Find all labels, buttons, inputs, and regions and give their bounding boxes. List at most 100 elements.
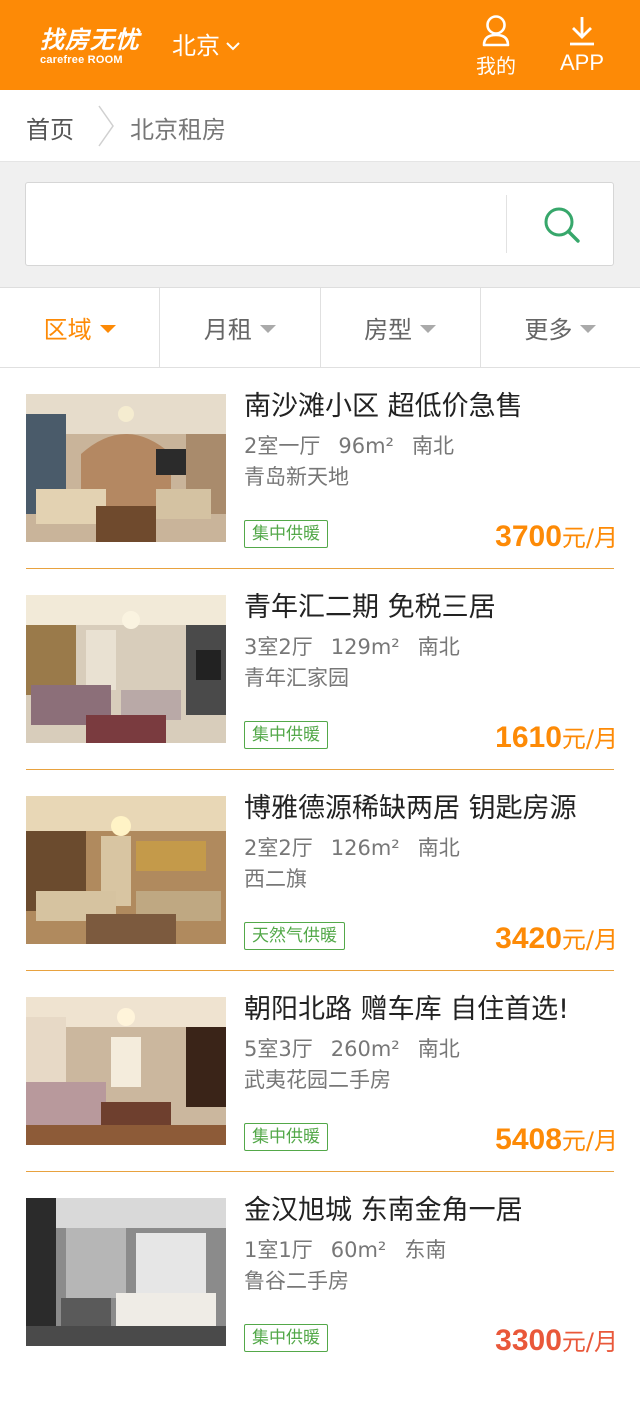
my-account-button[interactable]: 我的 [466,14,526,79]
price-unit: 元/月 [561,1328,618,1356]
breadcrumb-home-link[interactable]: 首页 [26,110,74,145]
filter-layout-label: 房型 [364,316,413,344]
listing-orientation: 南北 [417,635,460,659]
listing-community: 武夷花园二手房 [244,1068,391,1092]
filter-more-label: 更多 [524,316,573,344]
listing-meta: 5室3厅 260m² 南北 [244,1033,616,1065]
listing-title[interactable]: 南沙滩小区 超低价急售 [244,388,616,426]
listing-item[interactable]: 青年汇二期 免税三居 3室2厅 129m² 南北 青年汇家园 集中供暖 1610元/… [26,569,618,770]
listing-photo [26,997,226,1145]
heating-tag: 集中供暖 [244,1324,328,1352]
price-value: 3300 [495,1324,562,1357]
listing-community: 西二旗 [244,867,307,891]
listing-price: 3700元/月 [495,518,618,554]
city-selector[interactable]: 北京 [172,30,240,62]
listing-item[interactable]: 朝阳北路 赠车库 自住首选! 5室3厅 260m² 南北 武夷花园二手房 集中供暖 … [26,971,618,1172]
heating-tag: 集中供暖 [244,721,328,749]
listing-info: 金汉旭城 东南金角一居 1室1厅 60m² 东南 鲁谷二手房 集中供暖 3300元/… [244,1192,618,1357]
filter-rent[interactable]: 月租 [160,288,321,367]
search-box [25,182,614,266]
listing-price: 5408元/月 [495,1121,618,1157]
listing-price: 1610元/月 [495,719,618,755]
listing-info: 青年汇二期 免税三居 3室2厅 129m² 南北 青年汇家园 集中供暖 1610元/… [244,589,618,754]
listing-price: 3300元/月 [495,1322,618,1358]
listing-community: 鲁谷二手房 [244,1269,349,1293]
listing-meta: 2室一厅 96m² 南北 [244,430,616,462]
listing-layout: 2室一厅 [244,434,321,458]
listing-photo [26,796,226,944]
breadcrumb: 首页 北京租房 [0,90,640,162]
price-unit: 元/月 [561,725,618,753]
search-icon [544,207,580,243]
heating-tag: 集中供暖 [244,1123,328,1151]
app-download-button[interactable]: APP [552,14,612,76]
listing-price: 3420元/月 [495,920,618,956]
listing-photo [26,1198,226,1346]
listing-info: 南沙滩小区 超低价急售 2室一厅 96m² 南北 青岛新天地 集中供暖 3700元/… [244,388,618,553]
price-value: 3420 [495,922,562,955]
listing-orientation: 东南 [404,1238,447,1262]
listing-layout: 2室2厅 [244,836,313,860]
listing-area: 60m² [330,1238,387,1262]
top-header: 找房无忧 carefree ROOM 北京 我的 APP [0,0,640,90]
listing-layout: 3室2厅 [244,635,313,659]
listing-item[interactable]: 博雅德源稀缺两居 钥匙房源 2室2厅 126m² 南北 西二旗 天然气供暖 3420… [26,770,618,971]
search-button[interactable] [532,201,592,249]
caret-down-icon [420,325,437,333]
caret-down-icon [259,325,276,333]
city-label: 北京 [172,32,220,60]
listing-orientation: 南北 [411,434,454,458]
site-logo[interactable]: 找房无忧 carefree ROOM [40,26,140,66]
caret-down-icon [580,325,597,333]
filter-more[interactable]: 更多 [481,288,640,367]
listing-area: 96m² [338,434,394,458]
price-value: 5408 [495,1123,562,1156]
filter-rent-label: 月租 [203,316,252,344]
filter-bar: 区域 月租 房型 更多 [0,288,640,368]
filter-district[interactable]: 区域 [0,288,161,367]
listing-title[interactable]: 博雅德源稀缺两居 钥匙房源 [244,790,616,828]
breadcrumb-current: 北京租房 [130,116,226,144]
listing-list: 南沙滩小区 超低价急售 2室一厅 96m² 南北 青岛新天地 集中供暖 3700元/… [0,368,640,1373]
download-icon [552,14,612,50]
listing-info: 博雅德源稀缺两居 钥匙房源 2室2厅 126m² 南北 西二旗 天然气供暖 3420… [244,790,618,955]
listing-meta: 2室2厅 126m² 南北 [244,832,616,864]
listing-title[interactable]: 金汉旭城 东南金角一居 [244,1192,616,1230]
listing-info: 朝阳北路 赠车库 自住首选! 5室3厅 260m² 南北 武夷花园二手房 集中供暖 … [244,991,618,1156]
listing-community: 青年汇家园 [244,666,349,690]
listing-photo [26,595,226,743]
listing-photo [26,394,226,542]
price-unit: 元/月 [561,524,618,552]
search-section [0,162,640,288]
listing-item[interactable]: 南沙滩小区 超低价急售 2室一厅 96m² 南北 青岛新天地 集中供暖 3700元/… [26,368,618,569]
heating-tag: 集中供暖 [244,520,328,548]
listing-area: 129m² [330,635,400,659]
price-unit: 元/月 [561,1127,618,1155]
filter-layout[interactable]: 房型 [321,288,481,367]
listing-layout: 1室1厅 [244,1238,313,1262]
user-icon [466,14,526,50]
chevron-right-icon [98,105,114,147]
listing-orientation: 南北 [417,836,460,860]
search-divider [506,195,507,253]
search-input[interactable] [36,193,496,255]
caret-down-icon [99,325,116,333]
listing-community: 青岛新天地 [244,465,349,489]
filter-district-label: 区域 [43,316,92,344]
chevron-down-icon [226,42,240,51]
my-account-label: 我的 [476,54,516,78]
listing-title[interactable]: 青年汇二期 免税三居 [244,589,616,627]
listing-meta: 3室2厅 129m² 南北 [244,631,616,663]
price-value: 3700 [495,520,562,553]
logo-english: carefree ROOM [40,54,123,66]
listing-item[interactable]: 金汉旭城 东南金角一居 1室1厅 60m² 东南 鲁谷二手房 集中供暖 3300元/… [26,1172,618,1373]
listing-area: 126m² [330,836,400,860]
listing-layout: 5室3厅 [244,1037,313,1061]
listing-area: 260m² [330,1037,400,1061]
listing-title[interactable]: 朝阳北路 赠车库 自住首选! [244,991,616,1029]
app-label: APP [559,50,605,75]
price-unit: 元/月 [561,926,618,954]
price-value: 1610 [495,721,562,754]
listing-orientation: 南北 [417,1037,460,1061]
logo-chinese: 找房无忧 [40,26,140,54]
